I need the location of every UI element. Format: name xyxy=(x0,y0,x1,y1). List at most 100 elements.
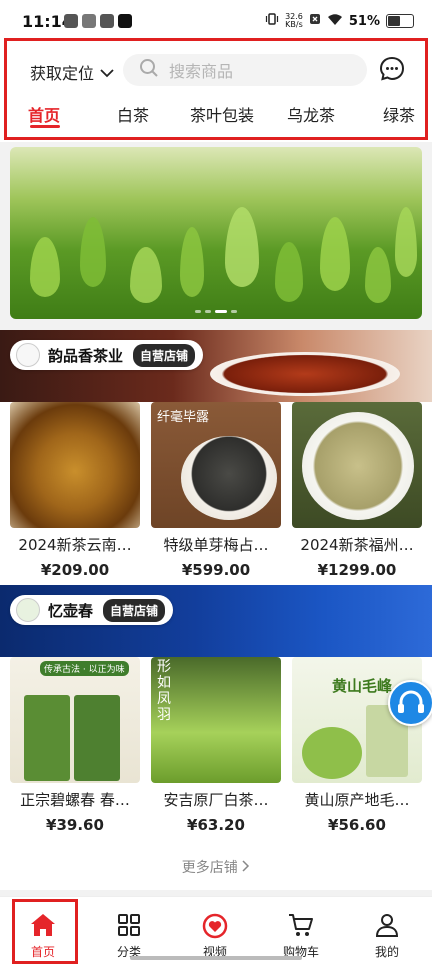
grid-icon xyxy=(117,913,141,941)
chat-bubble-icon xyxy=(379,56,405,86)
battery-level xyxy=(388,16,401,26)
tea-bowl-image xyxy=(181,436,277,520)
heart-video-icon xyxy=(202,913,228,943)
store-card: 忆壶春 自营店铺 传承古法 · 以正为味 正宗碧螺春 春… ¥39.60 形如凤… xyxy=(0,585,432,890)
product-title: 黄山原产地毛… xyxy=(304,791,410,809)
tab-tea-packaging[interactable]: 茶叶包装 xyxy=(190,102,254,126)
nav-category[interactable]: 分类 xyxy=(86,897,172,965)
product-image-text: 形如凤羽 xyxy=(157,659,171,723)
tea-plate-image xyxy=(302,412,414,520)
tab-home[interactable]: 首页 xyxy=(28,102,60,126)
product-image: 纤毫毕露 xyxy=(151,402,281,528)
tea-cup-image xyxy=(210,352,400,396)
search-placeholder: 搜索商品 xyxy=(169,62,234,81)
product-title: 安吉原厂白茶… xyxy=(163,791,269,809)
status-app-icons xyxy=(64,14,132,28)
store-header-banner[interactable]: 韵品香茶业 自营店铺 xyxy=(0,330,432,402)
search-bar[interactable]: 搜索商品 xyxy=(123,54,367,86)
headset-icon xyxy=(390,690,432,728)
nav-video[interactable]: 视频 xyxy=(172,897,258,965)
tab-green-tea[interactable]: 绿茶 xyxy=(383,102,415,126)
user-icon xyxy=(375,913,399,941)
app-notification-icon xyxy=(64,14,78,28)
self-operated-tag: 自营店铺 xyxy=(133,343,196,367)
more-stores-label: 更多店铺 xyxy=(181,860,238,876)
customer-service-button[interactable] xyxy=(388,680,432,726)
product-image-text: 传承古法 · 以正为味 xyxy=(40,661,129,676)
net-speed-unit: KB/s xyxy=(285,20,303,29)
carousel-dot xyxy=(195,310,201,313)
banner-leaf xyxy=(225,207,259,287)
banner-leaf xyxy=(320,217,350,291)
product-title: 特级单芽梅占… xyxy=(163,536,269,554)
nav-home[interactable]: 首页 xyxy=(0,897,86,965)
vibrate-icon xyxy=(265,12,279,30)
tiktok-icon xyxy=(118,14,132,28)
message-button[interactable] xyxy=(379,56,405,86)
product-card[interactable]: 2024新茶云南… ¥209.00 xyxy=(10,402,140,579)
product-image: 形如凤羽 xyxy=(151,657,281,783)
product-price: ¥39.60 xyxy=(46,816,104,834)
product-title: 正宗碧螺春 春… xyxy=(20,791,130,809)
tea-plate-image xyxy=(302,727,362,779)
chevron-right-icon xyxy=(242,860,250,876)
store-badge[interactable]: 韵品香茶业 自营店铺 xyxy=(10,340,204,370)
store-logo xyxy=(16,598,40,622)
nav-label: 我的 xyxy=(374,945,399,959)
app-notification-icon xyxy=(100,14,114,28)
product-image xyxy=(292,402,422,528)
product-price: ¥599.00 xyxy=(181,561,251,579)
product-image-text: 纤毫毕露 xyxy=(157,410,210,425)
app-notification-icon xyxy=(82,14,96,28)
product-card[interactable]: 传承古法 · 以正为味 正宗碧螺春 春… ¥39.60 xyxy=(10,657,140,834)
nav-mine[interactable]: 我的 xyxy=(344,897,430,965)
banner-leaf xyxy=(365,247,391,303)
product-title: 2024新茶福州… xyxy=(300,536,414,554)
product-card[interactable]: 2024新茶福州… ¥1299.00 xyxy=(292,402,422,579)
bottom-nav: 首页 分类 视频 购物车 我的 xyxy=(0,896,432,965)
banner-leaf xyxy=(395,207,417,277)
banner-leaf xyxy=(275,242,303,302)
location-label: 获取定位 xyxy=(30,64,95,83)
product-card[interactable]: 形如凤羽 安吉原厂白茶… ¥63.20 xyxy=(151,657,281,834)
store-badge[interactable]: 忆壶春 自营店铺 xyxy=(10,595,174,625)
wifi-icon xyxy=(327,13,343,30)
carousel-dot-active xyxy=(215,310,227,313)
gesture-bar[interactable] xyxy=(130,956,302,960)
carousel-dot xyxy=(231,310,237,313)
product-price: ¥209.00 xyxy=(40,561,110,579)
store-name: 韵品香茶业 xyxy=(48,346,124,365)
category-tabs: 首页 白茶 茶叶包装 乌龙茶 绿茶 xyxy=(0,102,432,134)
net-speed: 32.6 KB/s xyxy=(285,13,303,29)
tab-oolong-tea[interactable]: 乌龙茶 xyxy=(287,102,335,126)
nav-cart[interactable]: 购物车 xyxy=(258,897,344,965)
product-price: ¥63.20 xyxy=(187,816,245,834)
product-card[interactable]: 纤毫毕露 特级单芽梅占… ¥599.00 xyxy=(151,402,281,579)
tea-jar-image xyxy=(74,695,120,781)
home-icon xyxy=(30,913,56,941)
carousel-dots xyxy=(195,310,237,313)
banner-carousel[interactable] xyxy=(10,147,422,319)
location-selector[interactable]: 获取定位 xyxy=(30,60,114,84)
store-name: 忆壶春 xyxy=(48,601,94,620)
tab-white-tea[interactable]: 白茶 xyxy=(117,102,149,126)
more-stores-link[interactable]: 更多店铺 xyxy=(0,857,432,877)
product-image xyxy=(10,402,140,528)
chevron-down-icon xyxy=(100,63,114,82)
product-price: ¥56.60 xyxy=(328,816,386,834)
nfc-icon xyxy=(309,13,321,29)
banner-leaf xyxy=(30,237,60,297)
store-header-banner[interactable]: 忆壶春 自营店铺 xyxy=(0,585,432,657)
battery-icon xyxy=(386,14,414,28)
store-logo xyxy=(16,343,40,367)
tea-jar-image xyxy=(24,695,70,781)
product-title: 2024新茶云南… xyxy=(18,536,132,554)
carousel-dot xyxy=(205,310,211,313)
banner-leaf xyxy=(130,247,162,303)
self-operated-tag: 自营店铺 xyxy=(103,598,166,622)
status-bar: 11:14 32.6 KB/s 51% xyxy=(0,0,432,46)
header: 获取定位 搜索商品 首页 白茶 茶叶包装 乌龙茶 绿茶 xyxy=(0,46,432,142)
banner-leaf xyxy=(180,227,204,297)
nav-label: 首页 xyxy=(30,945,55,959)
search-icon xyxy=(123,58,159,82)
